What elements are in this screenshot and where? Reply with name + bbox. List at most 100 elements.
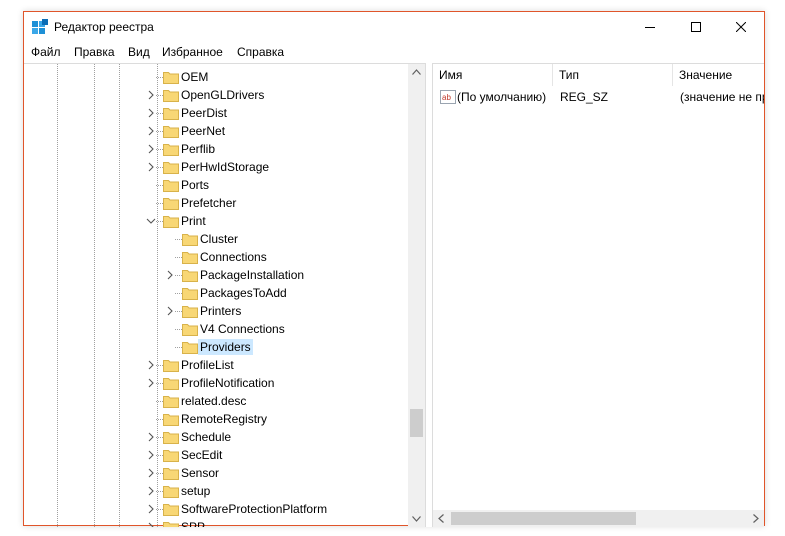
tree-item[interactable]: V4 Connections <box>24 320 404 338</box>
tree-item-label: Prefetcher <box>181 196 237 210</box>
tree-item[interactable]: RemoteRegistry <box>24 410 404 428</box>
scroll-up-arrow-icon[interactable] <box>412 69 421 75</box>
chevron-right-icon[interactable] <box>146 162 156 172</box>
column-header-name[interactable]: Имя <box>433 64 553 86</box>
tree-item-label: OEM <box>181 70 209 84</box>
tree-connector-line <box>156 131 163 132</box>
menu-bar: Файл Правка Вид Избранное Справка <box>24 42 764 62</box>
tree-item-label: ProfileList <box>181 358 234 372</box>
tree-item[interactable]: Ports <box>24 176 404 194</box>
minimize-button[interactable] <box>627 12 673 42</box>
tree-connector-line <box>156 113 163 114</box>
tree-item[interactable]: Printers <box>24 302 404 320</box>
tree-item[interactable]: Perflib <box>24 140 404 158</box>
tree-item[interactable]: SoftwareProtectionPlatform <box>24 500 404 518</box>
list-scrollbar-thumb[interactable] <box>451 512 636 525</box>
registry-key-tree[interactable]: OEM OpenGLDrivers PeerDist PeerNet Perflib Pe… <box>24 63 426 527</box>
menu-file[interactable]: Файл <box>31 45 61 59</box>
string-value-icon: ab <box>440 90 456 104</box>
tree-connector-line <box>156 401 163 402</box>
scroll-down-arrow-icon[interactable] <box>412 516 421 522</box>
menu-view[interactable]: Вид <box>128 45 150 59</box>
menu-help[interactable]: Справка <box>237 45 284 59</box>
tree-connector-line <box>156 455 163 456</box>
tree-connector-line <box>156 167 163 168</box>
scroll-left-arrow-icon[interactable] <box>438 514 444 523</box>
tree-item[interactable]: Schedule <box>24 428 404 446</box>
chevron-right-icon[interactable] <box>146 450 156 460</box>
chevron-right-icon[interactable] <box>146 360 156 370</box>
chevron-right-icon[interactable] <box>146 504 156 514</box>
column-header-type[interactable]: Тип <box>553 64 673 86</box>
chevron-right-icon[interactable] <box>146 486 156 496</box>
value-type: REG_SZ <box>560 90 609 104</box>
tree-item[interactable]: OEM <box>24 68 404 86</box>
tree-item-label: Connections <box>200 250 267 264</box>
values-list[interactable]: Имя Тип Значение ab (По умолчанию) REG_S… <box>432 63 764 527</box>
folder-icon <box>182 288 198 300</box>
tree-connector-line <box>156 419 163 420</box>
list-horizontal-scrollbar[interactable] <box>433 510 764 527</box>
tree-item[interactable]: SPP <box>24 518 404 527</box>
tree-item-label: setup <box>181 484 211 498</box>
tree-item[interactable]: Providers <box>24 338 404 356</box>
chevron-down-icon[interactable] <box>146 216 156 226</box>
tree-item[interactable]: related.desc <box>24 392 404 410</box>
tree-item[interactable]: Cluster <box>24 230 404 248</box>
folder-icon <box>163 126 179 138</box>
chevron-right-icon[interactable] <box>146 144 156 154</box>
close-button[interactable] <box>718 12 764 42</box>
folder-icon <box>163 432 179 444</box>
tree-item[interactable]: Print <box>24 212 404 230</box>
tree-item[interactable]: PerHwIdStorage <box>24 158 404 176</box>
tree-item[interactable]: Connections <box>24 248 404 266</box>
tree-item-label: PackageInstallation <box>200 268 305 282</box>
tree-item[interactable]: SecEdit <box>24 446 404 464</box>
maximize-button[interactable] <box>673 12 719 42</box>
chevron-right-icon[interactable] <box>165 270 175 280</box>
tree-item-label: Cluster <box>200 232 239 246</box>
chevron-right-icon[interactable] <box>146 108 156 118</box>
scroll-right-arrow-icon[interactable] <box>753 514 759 523</box>
tree-item[interactable]: OpenGLDrivers <box>24 86 404 104</box>
chevron-right-icon[interactable] <box>165 306 175 316</box>
chevron-right-icon[interactable] <box>146 522 156 527</box>
tree-scrollbar-thumb[interactable] <box>410 409 423 437</box>
folder-icon <box>163 468 179 480</box>
tree-item[interactable]: PeerNet <box>24 122 404 140</box>
registry-editor-window: Редактор реестра Файл Правка Вид Избранн… <box>23 11 765 527</box>
tree-connector-line <box>175 311 182 312</box>
title-bar[interactable]: Редактор реестра <box>24 12 764 42</box>
chevron-right-icon[interactable] <box>146 468 156 478</box>
tree-item-label: OpenGLDrivers <box>181 88 265 102</box>
menu-edit[interactable]: Правка <box>74 45 115 59</box>
column-header-value[interactable]: Значение <box>673 64 764 86</box>
tree-item[interactable]: PackagesToAdd <box>24 284 404 302</box>
tree-connector-line <box>156 95 163 96</box>
tree-item-label: Ports <box>181 178 210 192</box>
tree-item-label: Perflib <box>181 142 216 156</box>
tree-item-label: PerHwIdStorage <box>181 160 270 174</box>
folder-icon <box>163 144 179 156</box>
tree-item[interactable]: Sensor <box>24 464 404 482</box>
tree-item[interactable]: PeerDist <box>24 104 404 122</box>
chevron-right-icon[interactable] <box>146 126 156 136</box>
tree-vertical-scrollbar[interactable] <box>408 64 425 527</box>
tree-connector-line <box>156 77 163 78</box>
tree-item[interactable]: ProfileNotification <box>24 374 404 392</box>
tree-item[interactable]: Prefetcher <box>24 194 404 212</box>
chevron-right-icon[interactable] <box>146 378 156 388</box>
tree-item-label: Printers <box>200 304 242 318</box>
tree-item[interactable]: setup <box>24 482 404 500</box>
menu-favorites[interactable]: Избранное <box>162 45 223 59</box>
folder-icon <box>182 252 198 264</box>
registry-editor-app-icon <box>32 19 48 34</box>
tree-connector-line <box>156 509 163 510</box>
folder-icon <box>163 198 179 210</box>
tree-item[interactable]: ProfileList <box>24 356 404 374</box>
folder-icon <box>163 504 179 516</box>
folder-icon <box>163 72 179 84</box>
tree-item[interactable]: PackageInstallation <box>24 266 404 284</box>
chevron-right-icon[interactable] <box>146 90 156 100</box>
chevron-right-icon[interactable] <box>146 432 156 442</box>
